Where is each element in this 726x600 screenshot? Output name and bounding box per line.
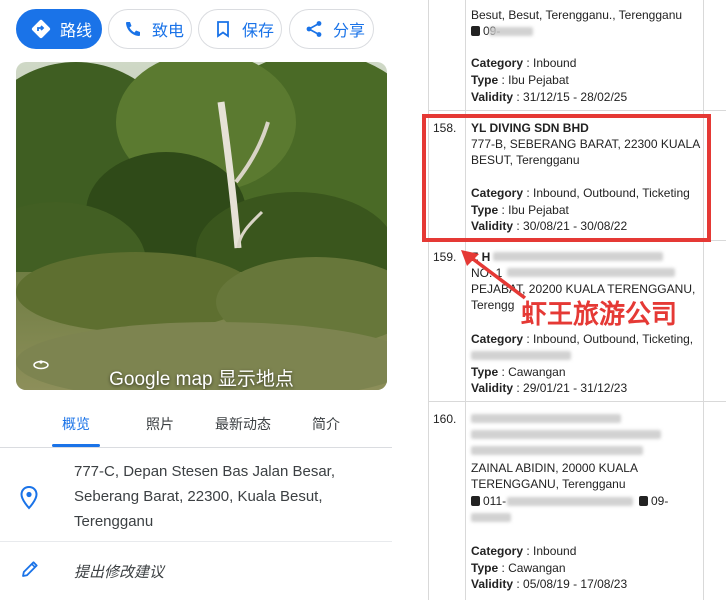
fax-icon — [639, 496, 648, 506]
address-row[interactable]: 777-C, Depan Stesen Bas Jalan Besar, Seb… — [0, 452, 392, 542]
suggest-edit-row[interactable]: 提出修改建议 — [0, 542, 392, 600]
street-view-photo[interactable]: Google map 显示地点 — [16, 62, 387, 390]
pencil-icon — [22, 561, 38, 577]
redacted-text — [489, 27, 533, 36]
tab-about[interactable]: 简介 — [302, 414, 350, 434]
phone-icon — [126, 22, 140, 36]
redacted-text — [471, 351, 571, 360]
entry-number: 160. — [433, 412, 457, 426]
entry-address: ZAINAL ABIDIN, 20000 KUALA — [471, 461, 638, 475]
location-pin-icon — [20, 486, 38, 510]
entry-type: Type : Ibu Pejabat — [471, 73, 569, 87]
photo-caption: Google map 显示地点 — [109, 369, 294, 390]
share-button[interactable]: 分享 — [289, 9, 374, 49]
bookmark-icon — [217, 21, 229, 38]
route-button[interactable]: 路线 — [16, 9, 102, 49]
call-button[interactable]: 致电 — [108, 9, 192, 49]
entry-validity: Validity : 05/08/19 - 17/08/23 — [471, 577, 628, 591]
tab-photos[interactable]: 照片 — [136, 414, 184, 434]
share-icon — [306, 21, 322, 37]
entry-validity: Validity : 31/12/15 - 28/02/25 — [471, 90, 628, 104]
table-border — [703, 0, 704, 600]
entry-category: Category : Inbound — [471, 544, 577, 558]
entry-fax: 09- — [639, 494, 668, 508]
entry-type: Type : Cawangan — [471, 561, 566, 575]
address-line: Terengganu — [74, 513, 154, 530]
redacted-text — [471, 446, 643, 455]
phone-icon — [471, 496, 480, 506]
entry-type: Type : Cawangan — [471, 365, 566, 379]
entry-validity: Validity : 29/01/21 - 31/12/23 — [471, 381, 628, 395]
row-divider — [428, 110, 726, 111]
entry-address: TERENGGANU, Terengganu — [471, 477, 626, 491]
redacted-text — [471, 430, 661, 439]
entry-category: Category : Inbound — [471, 56, 577, 70]
annotation-label: 虾王旅游公司 — [521, 300, 678, 330]
redacted-text — [507, 497, 633, 506]
tab-updates[interactable]: 最新动态 — [208, 414, 278, 434]
call-label: 致电 — [152, 23, 185, 40]
maps-panel: 路线 致电 保存 分享 Google map 显示地点 概览 照片 最新动态 简… — [0, 0, 392, 600]
highlight-box — [422, 114, 711, 242]
phone-icon — [471, 26, 480, 36]
save-button[interactable]: 保存 — [198, 9, 282, 49]
suggest-edit-label: 提出修改建议 — [74, 564, 165, 581]
entry-number: 159. — [433, 250, 457, 264]
address-line: Seberang Barat, 22300, Kuala Besut, — [74, 488, 323, 505]
redacted-text — [471, 414, 621, 423]
table-border — [428, 0, 429, 600]
tab-indicator — [52, 444, 100, 447]
entry-phone: 011- — [471, 494, 506, 508]
directions-icon — [31, 19, 51, 39]
save-label: 保存 — [242, 23, 275, 40]
place-tabs: 概览 照片 最新动态 简介 — [0, 400, 392, 448]
entry-address: Besut, Besut, Terengganu., Terengganu — [471, 8, 683, 22]
row-divider — [428, 401, 726, 402]
entry-category: Category : Inbound, Outbound, Ticketing, — [471, 332, 694, 346]
redacted-text — [471, 513, 511, 522]
tab-overview[interactable]: 概览 — [52, 414, 100, 434]
address-line: 777-C, Depan Stesen Bas Jalan Besar, — [74, 463, 335, 480]
street-view-image — [16, 62, 387, 390]
route-label: 路线 — [60, 23, 93, 40]
share-label: 分享 — [333, 23, 366, 40]
